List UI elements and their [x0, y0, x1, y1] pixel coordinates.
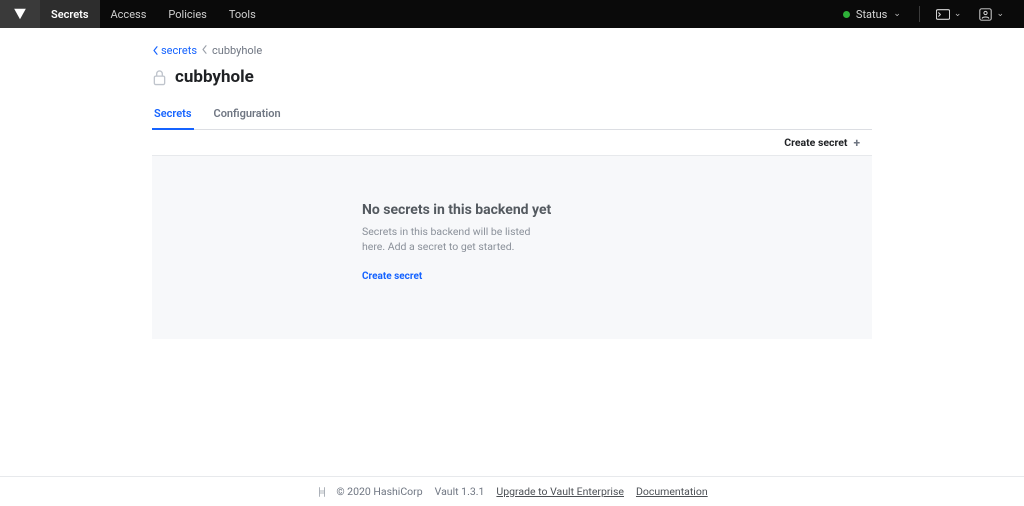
- tab-secrets[interactable]: Secrets: [152, 99, 194, 130]
- lock-icon: [152, 69, 167, 86]
- console-dropdown[interactable]: ⌄: [930, 9, 968, 20]
- footer: © 2020 HashiCorp Vault 1.3.1 Upgrade to …: [0, 476, 1024, 506]
- empty-state-description: Secrets in this backend will be listed h…: [362, 224, 552, 254]
- footer-docs-link[interactable]: Documentation: [636, 485, 708, 498]
- toolbar: Create secret +: [152, 130, 872, 156]
- breadcrumb-separator: [201, 44, 208, 57]
- create-secret-label: Create secret: [784, 136, 847, 149]
- breadcrumb-current: cubbyhole: [212, 44, 262, 57]
- vault-logo[interactable]: [0, 0, 40, 28]
- plus-icon: +: [853, 137, 860, 149]
- nav-item-tools[interactable]: Tools: [218, 0, 267, 28]
- chevron-down-icon: ⌄: [996, 9, 1004, 19]
- breadcrumb-root-link[interactable]: secrets: [152, 44, 197, 57]
- chevron-left-icon: [152, 46, 159, 55]
- status-label: Status: [856, 8, 887, 21]
- tabs: Secrets Configuration: [152, 99, 872, 130]
- user-dropdown[interactable]: ⌄: [973, 8, 1010, 21]
- terminal-icon: [936, 9, 950, 20]
- page-title: cubbyhole: [175, 67, 254, 87]
- chevron-down-icon: ⌄: [893, 9, 901, 19]
- breadcrumb: secrets cubbyhole: [152, 44, 872, 57]
- tab-configuration[interactable]: Configuration: [212, 99, 283, 130]
- nav-item-access[interactable]: Access: [100, 0, 158, 28]
- vault-logo-icon: [13, 7, 27, 21]
- hashicorp-icon: [316, 486, 328, 498]
- footer-version: Vault 1.3.1: [435, 485, 485, 498]
- nav-items: Secrets Access Policies Tools: [40, 0, 267, 28]
- main-content: secrets cubbyhole cubbyhole Secrets Conf…: [0, 28, 1024, 476]
- nav-right: Status ⌄ ⌄ ⌄: [835, 0, 1024, 28]
- top-nav: Secrets Access Policies Tools Status ⌄ ⌄…: [0, 0, 1024, 28]
- status-dropdown[interactable]: Status ⌄: [835, 8, 909, 21]
- nav-divider: [919, 6, 920, 22]
- user-icon: [979, 8, 992, 21]
- create-secret-button[interactable]: Create secret +: [784, 136, 860, 149]
- nav-item-secrets[interactable]: Secrets: [40, 0, 100, 28]
- page-title-row: cubbyhole: [152, 67, 872, 87]
- nav-item-policies[interactable]: Policies: [157, 0, 217, 28]
- footer-copyright: © 2020 HashiCorp: [336, 485, 422, 498]
- empty-state-title: No secrets in this backend yet: [362, 202, 662, 218]
- empty-state-panel: No secrets in this backend yet Secrets i…: [152, 156, 872, 339]
- breadcrumb-root-label: secrets: [161, 44, 197, 57]
- empty-state-create-link[interactable]: Create secret: [362, 271, 422, 282]
- status-dot-icon: [843, 11, 850, 18]
- chevron-down-icon: ⌄: [954, 9, 962, 19]
- chevron-left-icon: [201, 45, 208, 54]
- footer-upgrade-link[interactable]: Upgrade to Vault Enterprise: [496, 485, 624, 498]
